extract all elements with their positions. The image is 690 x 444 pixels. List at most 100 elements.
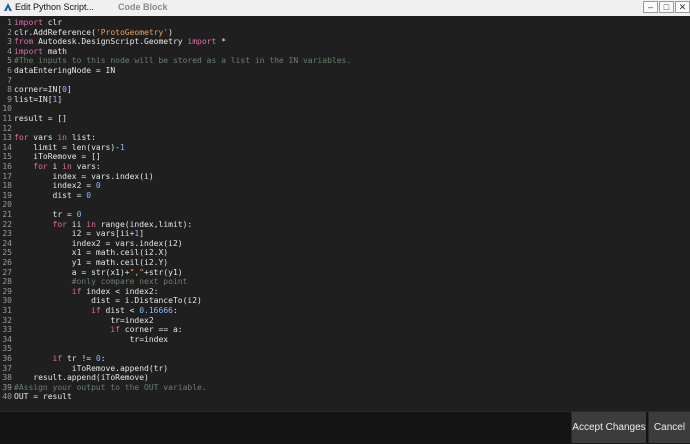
code-token: range(index,limit):: [95, 219, 193, 229]
line-number: 30: [2, 296, 12, 306]
code-token: ]: [67, 85, 72, 95]
code-line[interactable]: 30 dist = i.DistanceTo(i2): [0, 296, 201, 306]
code-line[interactable]: 20: [0, 200, 14, 210]
code-line[interactable]: 11 result = []: [0, 114, 67, 124]
accept-changes-button[interactable]: Accept Changes: [571, 412, 646, 443]
code-line[interactable]: 32 tr=index2: [0, 315, 153, 326]
maximize-button[interactable]: □: [659, 1, 674, 13]
code-token: :: [172, 306, 178, 315]
code-line[interactable]: 23 i2 = vars[ii+1]: [0, 229, 144, 239]
close-button[interactable]: ✕: [675, 1, 690, 13]
code-line[interactable]: 3 from Autodesk.DesignScript.Geometry imp…: [0, 37, 226, 47]
code-line[interactable]: 16 for i in vars:: [0, 162, 100, 172]
code-line[interactable]: 29 if index < index2:: [0, 286, 159, 297]
code-token: in: [57, 133, 67, 143]
line-number: 28: [2, 277, 12, 287]
code-token: clr.AddReference(: [14, 27, 96, 37]
code-line[interactable]: 4 import math: [0, 47, 67, 57]
code-line[interactable]: 1 import clr: [0, 18, 62, 28]
line-number: 35: [2, 344, 12, 354]
code-token: in: [62, 162, 72, 171]
code-line[interactable]: 2 clr.AddReference('ProtoGeometry'): [0, 28, 173, 38]
code-line[interactable]: 36 if tr != 0:: [0, 354, 105, 364]
code-token: 0: [76, 210, 82, 219]
window-title: Edit Python Script...: [15, 2, 95, 12]
code-token: if: [52, 354, 63, 363]
code-line[interactable]: 28 #only compare next point: [0, 277, 187, 287]
code-line[interactable]: 24 index2 = vars.index(i2): [0, 238, 183, 249]
line-number: 2: [7, 27, 12, 37]
code-line[interactable]: 9 list=IN[1]: [0, 95, 62, 105]
line-number: 33: [2, 325, 12, 335]
line-number: 16: [2, 162, 12, 171]
code-line[interactable]: 13 for vars in list:: [0, 133, 96, 143]
code-line[interactable]: 27 a = str(x1)+","+str(y1): [0, 267, 182, 278]
background-node-title: Code Block: [118, 2, 168, 12]
code-token: a = str(x1)+: [14, 267, 130, 277]
code-line[interactable]: 21 tr = 0: [0, 210, 81, 220]
line-number: 23: [2, 229, 12, 239]
code-token: i: [47, 162, 63, 171]
code-line[interactable]: 5 #The inputs to this node will be stored…: [0, 56, 351, 66]
code-token: *: [216, 37, 226, 47]
code-token: list=IN[: [14, 94, 53, 104]
code-token: index2 = vars.index(i2): [14, 238, 183, 248]
code-line[interactable]: 31 if dist < 0.16666:: [0, 306, 178, 316]
code-line[interactable]: 7: [0, 76, 14, 86]
line-number: 14: [2, 142, 12, 152]
code-token: #only compare next point: [71, 277, 188, 287]
code-token: #The inputs to this node will be stored …: [14, 56, 352, 66]
code-line[interactable]: 19 dist = 0: [0, 191, 91, 201]
code-token: in: [86, 219, 96, 229]
line-number: 32: [2, 315, 12, 325]
code-token: ]: [57, 94, 63, 104]
line-number: 15: [2, 152, 12, 162]
line-number: 38: [2, 373, 12, 383]
line-number: 5: [7, 56, 12, 66]
code-line[interactable]: 14 limit = len(vars)-1: [0, 142, 124, 153]
code-line[interactable]: 40 OUT = result: [0, 392, 71, 402]
line-number: 20: [2, 200, 12, 210]
code-line[interactable]: 12: [0, 124, 14, 134]
code-token: tr=index: [14, 334, 169, 344]
window-title-bar[interactable]: Edit Python Script... Code Block – □ ✕: [0, 0, 690, 17]
code-line[interactable]: 35: [0, 344, 14, 354]
code-token: list:: [67, 133, 96, 143]
code-line[interactable]: 39 #Assign your output to the OUT variabl…: [0, 382, 207, 393]
code-line[interactable]: 37 iToRemove.append(tr): [0, 364, 168, 374]
code-line[interactable]: 10: [0, 104, 14, 114]
code-token: tr !=: [62, 354, 96, 363]
code-token: math: [42, 46, 67, 56]
code-line[interactable]: 33 if corner == a:: [0, 325, 183, 335]
code-line[interactable]: 25 x1 = math.ceil(i2.X): [0, 248, 168, 258]
code-line[interactable]: 15 iToRemove = []: [0, 152, 100, 162]
code-token: 0: [95, 181, 101, 191]
code-token: i2 = vars[ii+: [14, 229, 135, 239]
code-line[interactable]: 6 dataEnteringNode = IN: [0, 66, 115, 76]
line-number: 9: [7, 94, 12, 104]
code-line[interactable]: 18 index2 = 0: [0, 181, 101, 191]
line-number: 19: [2, 190, 12, 200]
code-token: index < index2:: [81, 286, 159, 296]
code-token: corner == a:: [119, 325, 183, 335]
cancel-button[interactable]: Cancel: [648, 412, 690, 443]
code-token: import: [14, 18, 43, 27]
code-token: tr =: [14, 210, 77, 219]
code-token: for: [14, 133, 29, 143]
line-number: 22: [2, 219, 12, 229]
code-token: #Assign your output to the OUT variable.: [14, 382, 207, 392]
code-line[interactable]: 38 result.append(iToRemove): [0, 373, 149, 383]
code-editor[interactable]: 1 import clr 2 clr.AddReference('ProtoGeome…: [0, 16, 690, 411]
code-token: index = vars.index(i): [14, 171, 154, 181]
line-number: 1: [7, 18, 12, 27]
code-line[interactable]: 26 y1 = math.ceil(i2.Y): [0, 258, 168, 268]
code-line[interactable]: 34 tr=index: [0, 335, 168, 345]
code-line[interactable]: 22 for ii in range(index,limit):: [0, 220, 192, 230]
code-line[interactable]: 17 index = vars.index(i): [0, 171, 154, 182]
code-token: dist =: [14, 190, 87, 200]
minimize-button[interactable]: –: [643, 1, 658, 13]
code-line[interactable]: 8 corner=IN[0]: [0, 85, 72, 95]
line-number: 18: [2, 181, 12, 191]
